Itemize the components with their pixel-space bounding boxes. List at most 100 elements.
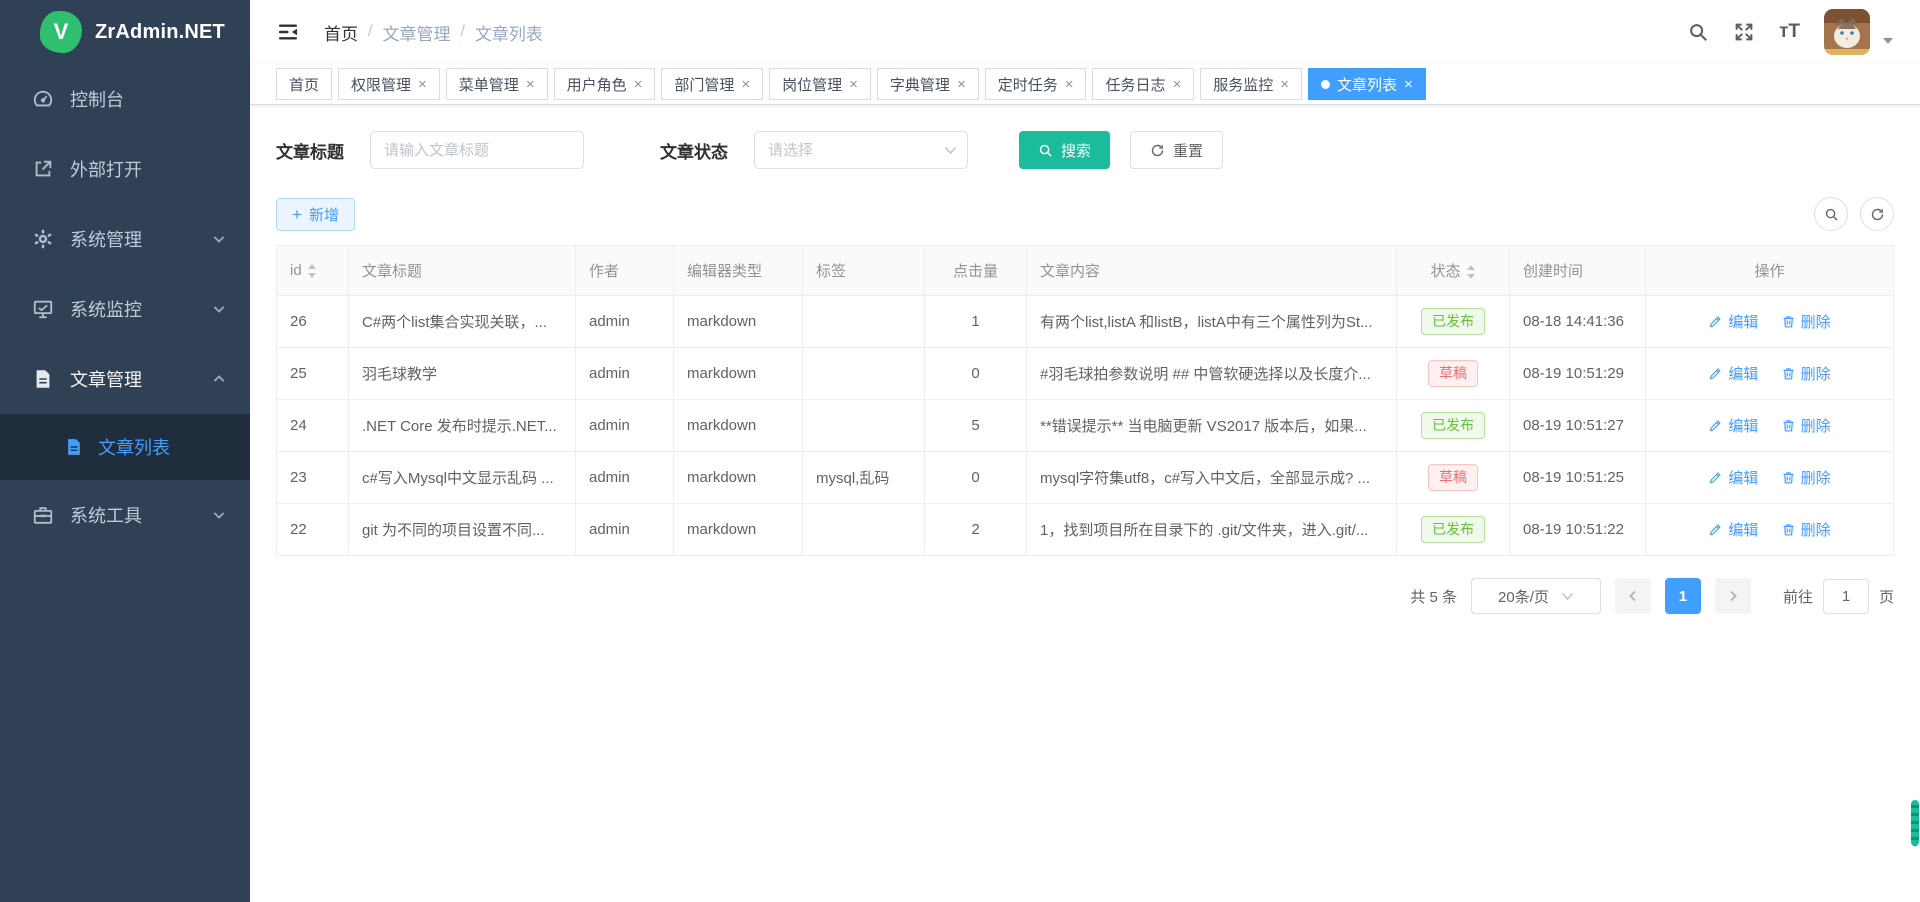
article-status-select-input[interactable] (754, 131, 968, 169)
edit-link[interactable]: 编辑 (1708, 467, 1758, 488)
tab-label: 首页 (289, 74, 319, 95)
show-search-button[interactable] (1814, 197, 1848, 231)
search-button-label: 搜索 (1061, 140, 1091, 161)
tab-user-role[interactable]: 用户角色 × (554, 68, 656, 100)
goto-page: 前往 页 (1783, 579, 1894, 614)
tab-department[interactable]: 部门管理× (661, 68, 763, 100)
close-icon[interactable]: × (1404, 77, 1413, 92)
prev-page-button[interactable] (1615, 578, 1651, 614)
cell-tags (803, 296, 925, 348)
edit-link[interactable]: 编辑 (1708, 363, 1758, 384)
tab-service-monitor[interactable]: 服务监控 × (1200, 68, 1302, 100)
edit-link[interactable]: 编辑 (1708, 519, 1758, 540)
tab-article-list[interactable]: 文章列表 × (1308, 68, 1426, 100)
tab-post[interactable]: 岗位管理× (769, 68, 871, 100)
sidebar-item-external-open[interactable]: 外部打开 (0, 134, 250, 204)
pencil-icon (1708, 366, 1723, 381)
column-header-author: 作者 (576, 246, 674, 296)
delete-link[interactable]: 删除 (1781, 363, 1831, 384)
trash-icon (1781, 522, 1796, 537)
article-status-select[interactable] (754, 131, 968, 169)
user-avatar[interactable] (1824, 9, 1870, 55)
sidebar-item-system-management[interactable]: 系统管理 (0, 204, 250, 274)
edit-link[interactable]: 编辑 (1708, 311, 1758, 332)
caret-down-icon[interactable] (1882, 37, 1894, 45)
search-icon[interactable] (1687, 21, 1709, 43)
delete-link[interactable]: 删除 (1781, 311, 1831, 332)
add-button[interactable]: + 新增 (276, 198, 355, 231)
article-title-input[interactable] (370, 131, 584, 169)
tab-task-log[interactable]: 任务日志 × (1092, 68, 1194, 100)
tab-permission[interactable]: 权限管理 × (338, 68, 440, 100)
chevron-right-icon (1727, 590, 1739, 602)
sidebar-submenu-article: 文章列表 (0, 414, 250, 480)
column-header-actions: 操作 (1646, 246, 1894, 296)
cell-content: #羽毛球拍参数说明 ## 中管软硬选择以及长度介... (1027, 348, 1397, 400)
tab-bar: 首页 权限管理 × 菜单管理 × 用户角色 × 部门管理× 岗位管理× 字典管理× 定… (250, 64, 1920, 105)
chevron-down-icon (212, 302, 226, 316)
goto-page-input[interactable] (1823, 579, 1869, 614)
avatar-image (1824, 9, 1870, 55)
delete-link[interactable]: 删除 (1781, 519, 1831, 540)
close-icon[interactable]: × (957, 77, 966, 92)
chevron-down-icon (212, 508, 226, 522)
tab-label: 权限管理 (351, 74, 411, 95)
scrollbar-thumb[interactable] (1911, 800, 1919, 846)
status-badge: 已发布 (1421, 412, 1485, 438)
tab-home[interactable]: 首页 (276, 68, 332, 100)
close-icon[interactable]: × (526, 77, 535, 92)
dashboard-icon (32, 88, 54, 110)
search-icon (1824, 207, 1839, 222)
cell-title: .NET Core 发布时提示.NET... (349, 400, 576, 452)
logo[interactable]: V ZrAdmin.NET (0, 0, 250, 64)
page-number-current[interactable]: 1 (1665, 578, 1701, 614)
sidebar-item-article-management[interactable]: 文章管理 (0, 344, 250, 414)
close-icon[interactable]: × (1280, 77, 1289, 92)
tab-label: 任务日志 (1105, 74, 1165, 95)
sidebar-item-system-tools[interactable]: 系统工具 (0, 480, 250, 550)
cell-title: C#两个list集合实现关联，... (349, 296, 576, 348)
breadcrumb-item-home[interactable]: 首页 (324, 20, 358, 45)
menu-fold-icon[interactable] (276, 20, 300, 44)
close-icon[interactable]: × (1173, 77, 1182, 92)
cell-title: 羽毛球教学 (349, 348, 576, 400)
page-size-select[interactable]: 20条/页 (1471, 578, 1601, 614)
delete-link[interactable]: 删除 (1781, 415, 1831, 436)
tab-scheduled-task[interactable]: 定时任务× (985, 68, 1087, 100)
refresh-table-button[interactable] (1860, 197, 1894, 231)
status-badge: 已发布 (1421, 516, 1485, 542)
reset-button[interactable]: 重置 (1130, 131, 1223, 169)
tab-label: 服务监控 (1213, 74, 1273, 95)
close-icon[interactable]: × (418, 77, 427, 92)
cell-content: 有两个list,listA 和listB，listA中有三个属性列为St... (1027, 296, 1397, 348)
breadcrumb-item-article-list: 文章列表 (475, 20, 543, 45)
gear-icon (32, 228, 54, 250)
sidebar-item-article-list[interactable]: 文章列表 (0, 414, 250, 480)
logo-icon: V (40, 11, 82, 53)
close-icon[interactable]: × (634, 77, 643, 92)
tab-dictionary[interactable]: 字典管理× (877, 68, 979, 100)
breadcrumb-item-article-management[interactable]: 文章管理 (382, 20, 450, 45)
close-icon[interactable]: × (741, 77, 750, 92)
tab-label: 菜单管理 (459, 74, 519, 95)
sidebar-item-dashboard[interactable]: 控制台 (0, 64, 250, 134)
fullscreen-icon[interactable] (1733, 21, 1755, 43)
sidebar-item-system-monitor[interactable]: 系统监控 (0, 274, 250, 344)
edit-link[interactable]: 编辑 (1708, 415, 1758, 436)
delete-link[interactable]: 删除 (1781, 467, 1831, 488)
article-status-label: 文章状态 (660, 138, 728, 163)
tab-label: 用户角色 (567, 74, 627, 95)
tab-label: 文章列表 (1337, 74, 1397, 95)
tab-menu[interactable]: 菜单管理 × (446, 68, 548, 100)
sort-icon[interactable] (1466, 265, 1476, 279)
next-page-button[interactable] (1715, 578, 1751, 614)
column-header-status[interactable]: 状态 (1397, 246, 1510, 296)
search-button[interactable]: 搜索 (1019, 131, 1110, 169)
font-size-icon[interactable]: тT (1779, 21, 1800, 43)
cell-tags: mysql,乱码 (803, 452, 925, 504)
close-icon[interactable]: × (1065, 77, 1074, 92)
column-header-id[interactable]: id (277, 246, 349, 296)
close-icon[interactable]: × (849, 77, 858, 92)
sort-icon[interactable] (307, 264, 317, 278)
trash-icon (1781, 366, 1796, 381)
